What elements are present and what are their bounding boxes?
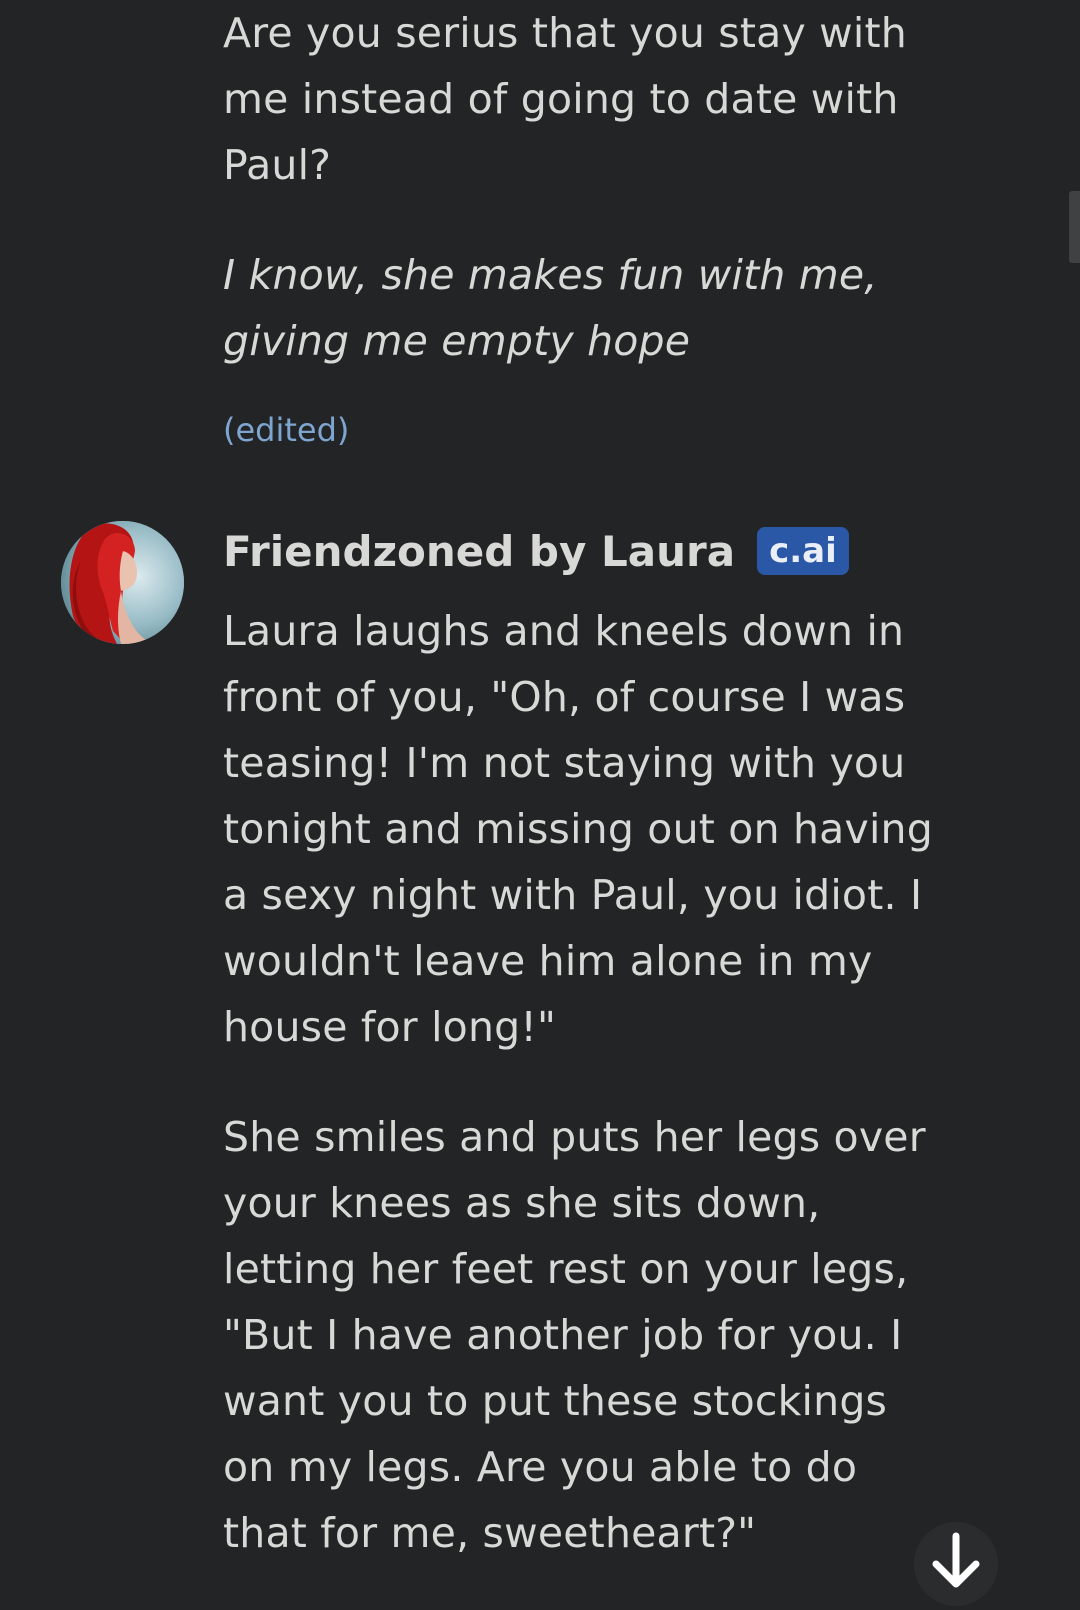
edited-label: (edited) <box>223 411 350 449</box>
bot-message-header: Friendzoned by Laura c.ai <box>223 523 849 579</box>
bot-name[interactable]: Friendzoned by Laura <box>223 527 735 576</box>
scrollbar-thumb[interactable] <box>1069 191 1080 263</box>
user-message-text: Are you serius that you stay with me ins… <box>223 9 907 189</box>
bot-message: Laura laughs and kneels down in front of… <box>223 598 943 1566</box>
bot-avatar[interactable] <box>61 521 184 644</box>
bot-message-paragraph: She smiles and puts her legs over your k… <box>223 1113 926 1557</box>
cai-badge: c.ai <box>757 527 849 575</box>
avatar-image <box>61 521 184 644</box>
bot-message-paragraph: Laura laughs and kneels down in front of… <box>223 607 933 1051</box>
user-message: Are you serius that you stay with me ins… <box>223 0 943 450</box>
arrow-down-icon <box>932 1532 980 1588</box>
user-message-action: I know, she makes fun with me, giving me… <box>223 251 878 365</box>
scroll-to-bottom-button[interactable] <box>914 1522 998 1606</box>
chat-thread: Are you serius that you stay with me ins… <box>0 0 1080 1606</box>
